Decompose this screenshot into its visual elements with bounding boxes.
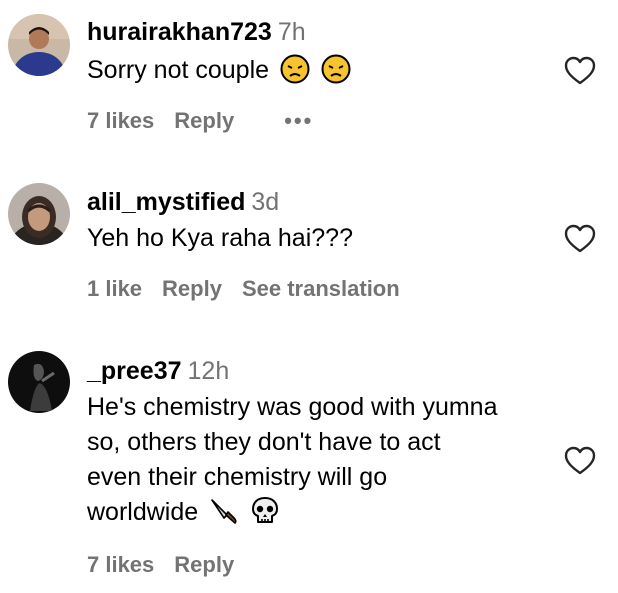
- comment-actions: 7 likes Reply: [87, 551, 254, 579]
- username[interactable]: _pree37: [87, 357, 182, 385]
- avatar[interactable]: [8, 14, 70, 76]
- pensive-face-icon: [321, 54, 351, 94]
- timestamp: 3d: [251, 188, 280, 216]
- comment-header: hurairakhan723 7h: [87, 17, 306, 47]
- skull-icon: [250, 496, 280, 536]
- reply-button[interactable]: Reply: [174, 552, 234, 577]
- username[interactable]: hurairakhan723: [87, 18, 272, 46]
- comment-item: _pree37 12h He's chemistry was good with …: [0, 340, 618, 593]
- comment-text: Sorry not couple: [87, 53, 557, 94]
- comment-item: alil_mystified 3d Yeh ho Kya raha hai??? …: [0, 170, 618, 340]
- heart-outline-icon[interactable]: [564, 56, 596, 86]
- see-translation-button[interactable]: See translation: [242, 276, 400, 301]
- comment-line-last: worldwide: [87, 495, 557, 536]
- username[interactable]: alil_mystified: [87, 188, 245, 216]
- comment-body: Yeh ho Kya raha hai???: [87, 224, 353, 252]
- pensive-face-icon: [280, 54, 310, 94]
- comment-header: _pree37 12h: [87, 356, 229, 386]
- like-count[interactable]: 1 like: [87, 276, 142, 301]
- comment-line: He's chemistry was good with yumna: [87, 393, 498, 421]
- comment-item: hurairakhan723 7h Sorry not couple 7 like…: [0, 0, 618, 170]
- timestamp: 12h: [187, 357, 230, 385]
- like-count[interactable]: 7 likes: [87, 108, 154, 133]
- comment-text: He's chemistry was good with yumna so, o…: [87, 390, 557, 536]
- like-count[interactable]: 7 likes: [87, 552, 154, 577]
- comment-line: even their chemistry will go: [87, 463, 388, 491]
- timestamp: 7h: [277, 18, 306, 46]
- heart-outline-icon[interactable]: [564, 224, 596, 254]
- comment-actions: 7 likes Reply •••: [87, 107, 333, 135]
- avatar[interactable]: [8, 183, 70, 245]
- reply-button[interactable]: Reply: [162, 276, 222, 301]
- comment-line: so, others they don't have to act: [87, 428, 441, 456]
- comment-header: alil_mystified 3d: [87, 187, 279, 217]
- avatar[interactable]: [8, 351, 70, 413]
- comment-body: Sorry not couple: [87, 56, 270, 84]
- comment-text: Yeh ho Kya raha hai???: [87, 221, 557, 256]
- comment-line: worldwide: [87, 498, 199, 526]
- reply-button[interactable]: Reply: [174, 108, 234, 133]
- more-options-icon[interactable]: •••: [284, 107, 313, 135]
- comment-actions: 1 like Reply See translation: [87, 275, 420, 303]
- knife-icon: [209, 496, 239, 536]
- heart-outline-icon[interactable]: [564, 446, 596, 476]
